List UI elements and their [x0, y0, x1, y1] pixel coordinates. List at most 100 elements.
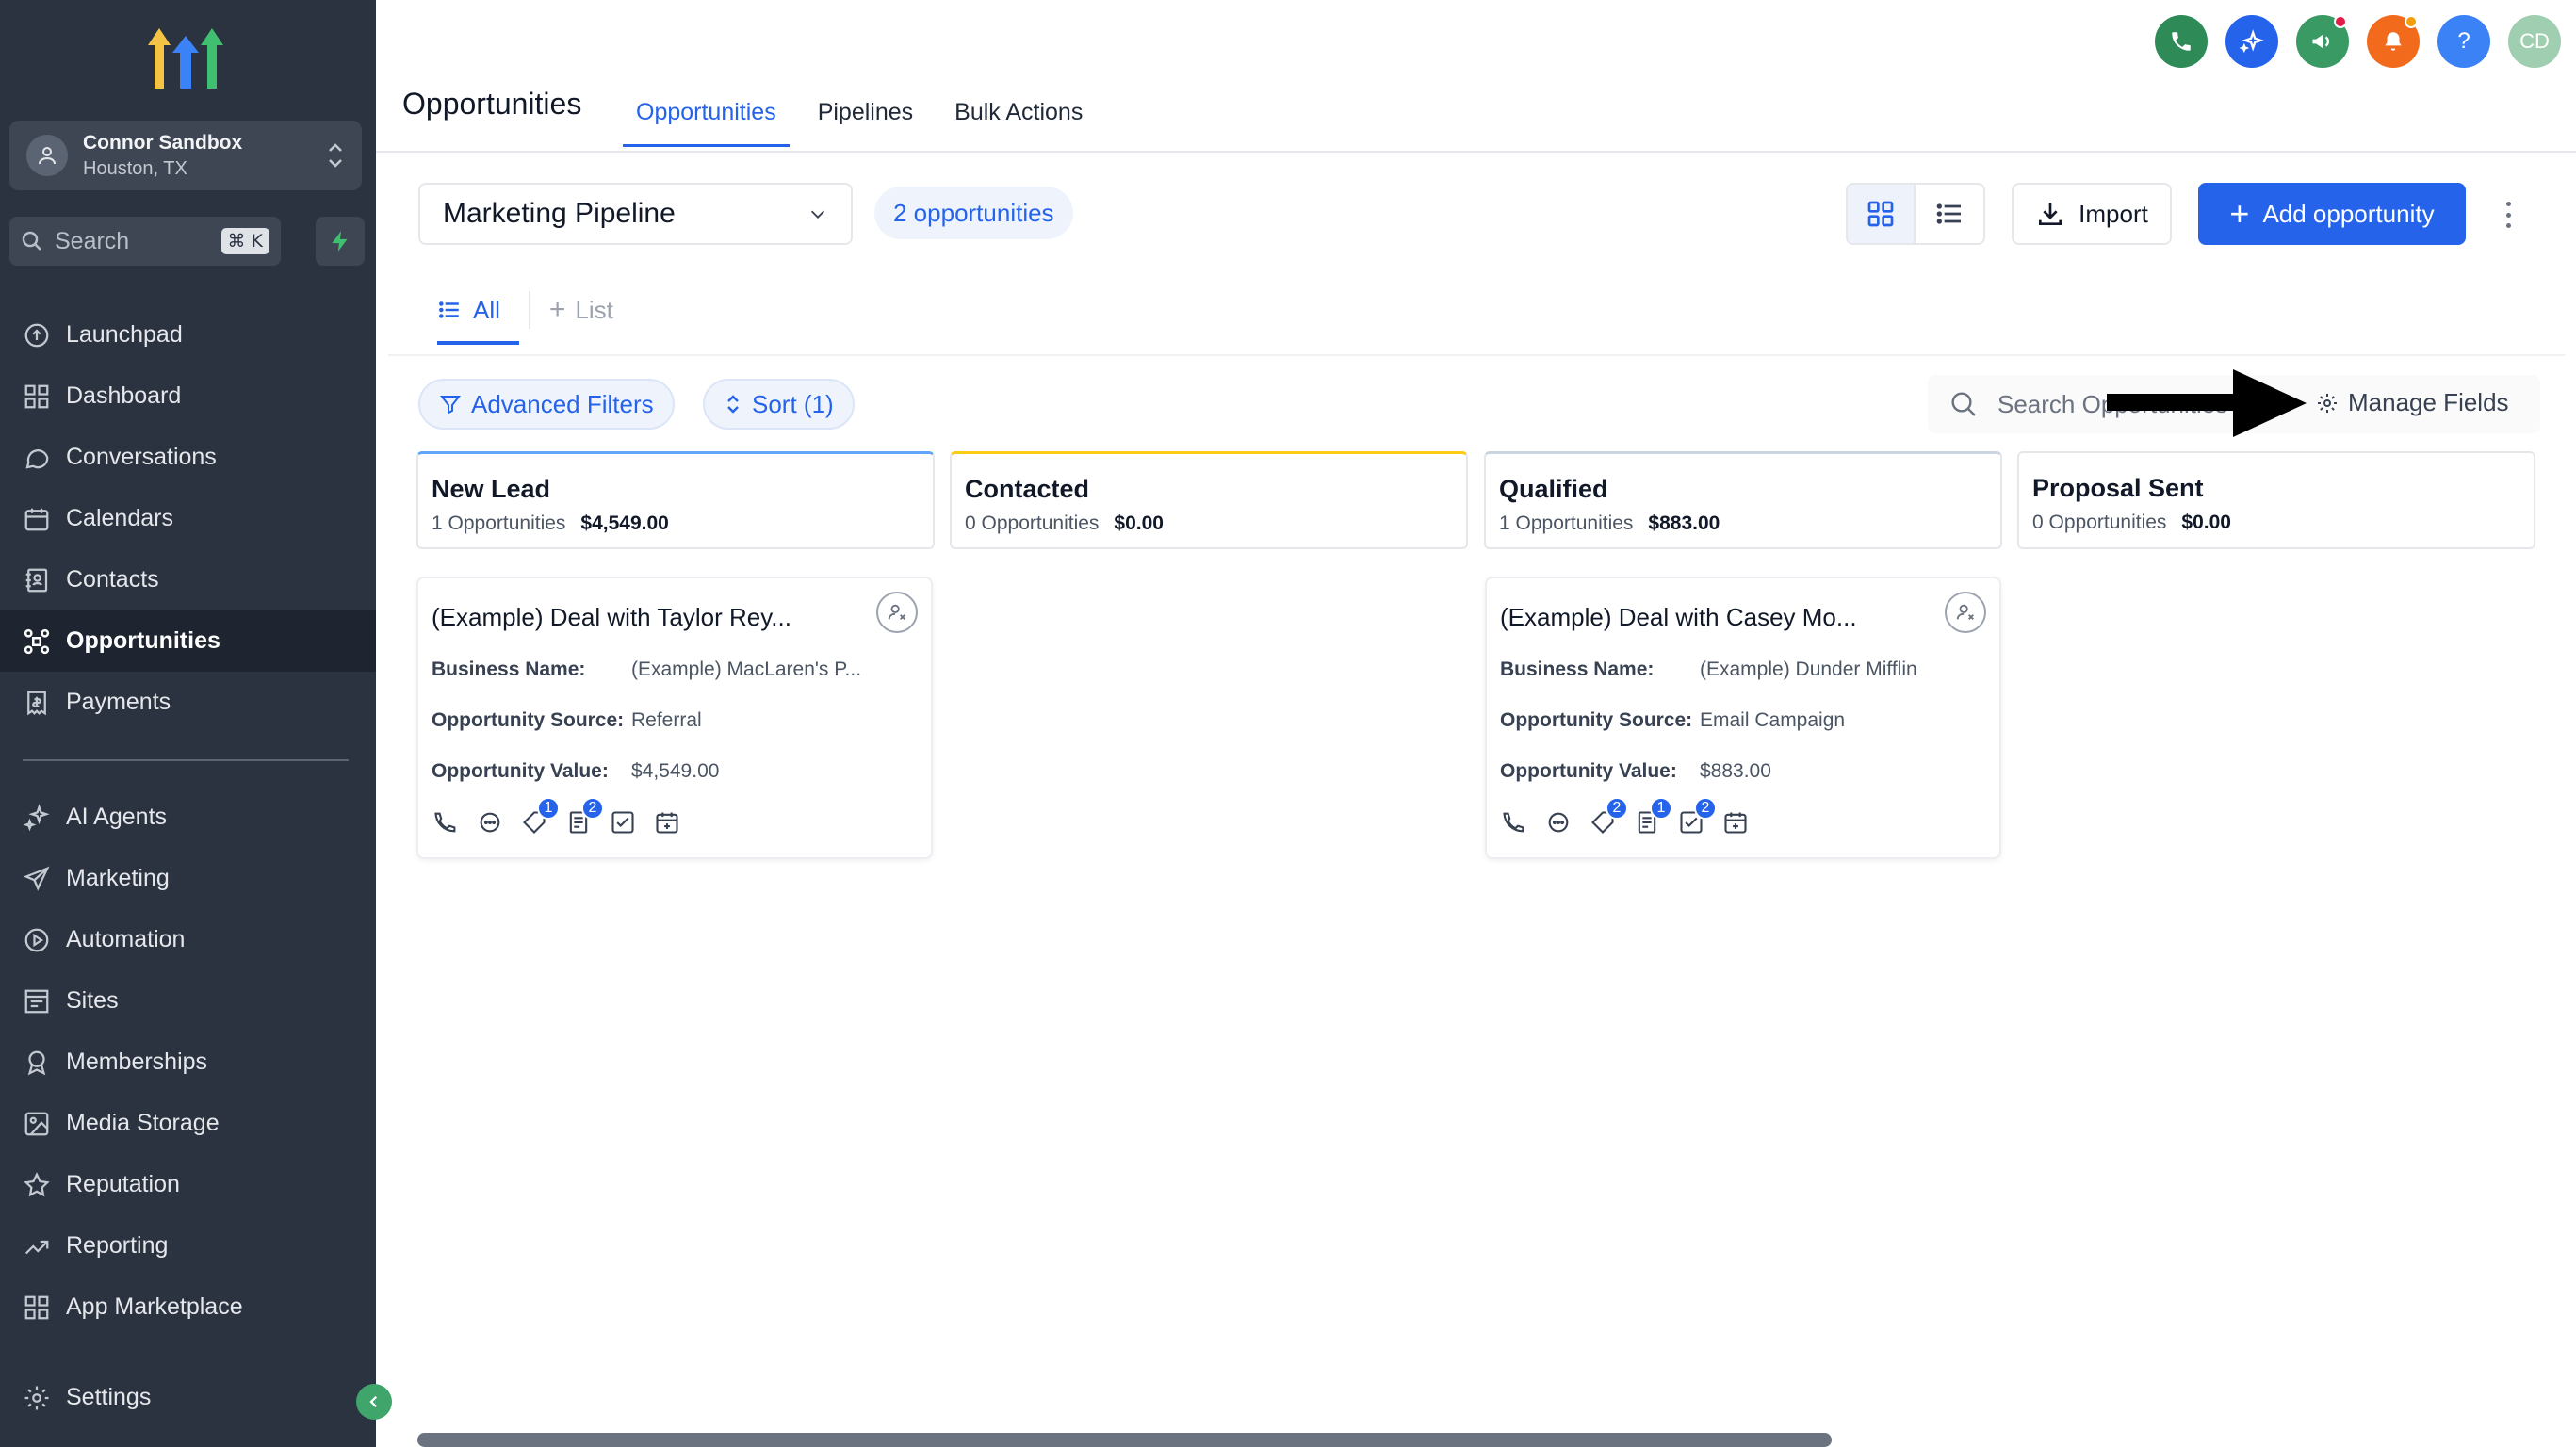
sidebar-item-label: Reporting: [66, 1232, 169, 1259]
opportunity-title[interactable]: (Example) Deal with Taylor Rey...: [432, 599, 918, 635]
add-list-button[interactable]: + List: [528, 291, 632, 329]
horizontal-scrollbar[interactable]: [417, 1433, 1832, 1447]
sidebar-item-label: Media Storage: [66, 1110, 220, 1136]
phone-outline-icon: [1503, 812, 1524, 833]
sidebar: Connor Sandbox Houston, TX Search ⌘ K La…: [0, 0, 392, 1447]
notes-count-badge: 1: [1650, 797, 1672, 820]
sidebar-item-app-marketplace[interactable]: App Marketplace: [0, 1276, 376, 1338]
message-action[interactable]: [476, 808, 504, 837]
sidebar-item-marketing[interactable]: Marketing: [0, 848, 376, 909]
pipeline-select[interactable]: Marketing Pipeline: [418, 183, 853, 245]
sidebar-item-opportunities[interactable]: Opportunities: [0, 610, 376, 672]
sidebar-item-reporting[interactable]: Reporting: [0, 1215, 376, 1276]
sidebar-item-memberships[interactable]: Memberships: [0, 1032, 376, 1093]
tag-count-badge: 2: [1606, 797, 1628, 820]
account-switcher[interactable]: Connor Sandbox Houston, TX: [9, 121, 362, 190]
tasks-action[interactable]: [609, 808, 637, 837]
sidebar-item-label: App Marketplace: [66, 1293, 243, 1320]
calendar-add-icon: [656, 812, 678, 834]
tab-bulk-actions[interactable]: Bulk Actions: [941, 77, 1096, 147]
sidebar-item-label: Settings: [66, 1384, 152, 1410]
sidebar-item-settings[interactable]: Settings: [0, 1367, 376, 1428]
tags-action[interactable]: 1: [520, 797, 560, 837]
sidebar-item-reputation[interactable]: Reputation: [0, 1154, 376, 1215]
avatar[interactable]: CD: [2508, 15, 2561, 68]
import-button[interactable]: Import: [2012, 183, 2172, 245]
sidebar-item-automation[interactable]: Automation: [0, 909, 376, 970]
sidebar-search[interactable]: Search ⌘ K: [9, 217, 281, 266]
tab-all[interactable]: All: [418, 275, 519, 345]
notes-action[interactable]: 2: [564, 797, 604, 837]
appointment-action[interactable]: [653, 808, 681, 837]
assign-user-button[interactable]: [876, 592, 918, 633]
sidebar-item-media-storage[interactable]: Media Storage: [0, 1093, 376, 1154]
annotation-arrow-icon: [2107, 369, 2307, 437]
advanced-filters-button[interactable]: Advanced Filters: [418, 379, 675, 430]
appointment-action[interactable]: [1721, 808, 1750, 837]
phone-outline-icon: [434, 812, 456, 833]
board-view-button[interactable]: [1848, 185, 1916, 243]
more-options-icon[interactable]: [2499, 198, 2518, 232]
opportunity-title[interactable]: (Example) Deal with Casey Mo...: [1500, 599, 1986, 635]
opportunity-card[interactable]: (Example) Deal with Taylor Rey... Busine…: [416, 577, 933, 859]
sidebar-item-calendars[interactable]: Calendars: [0, 488, 376, 549]
notification-dot: [2334, 15, 2347, 28]
list-view-button[interactable]: [1916, 185, 1983, 243]
help-button[interactable]: ?: [2437, 15, 2490, 68]
sidebar-item-conversations[interactable]: Conversations: [0, 427, 376, 488]
header-icons: ? CD: [2137, 15, 2561, 68]
add-opportunity-button[interactable]: + Add opportunity: [2198, 183, 2466, 245]
collapse-sidebar-button[interactable]: [356, 1384, 392, 1420]
star-icon: [24, 1171, 50, 1196]
search-label: Search: [55, 227, 130, 254]
advanced-filters-label: Advanced Filters: [471, 389, 654, 418]
notifications-button[interactable]: [2367, 15, 2420, 68]
stage-count: 1 Opportunities: [1499, 512, 1634, 534]
opportunity-card[interactable]: (Example) Deal with Casey Mo... Business…: [1485, 577, 2001, 859]
trend-icon: [24, 1240, 49, 1254]
sort-button[interactable]: Sort (1): [703, 379, 855, 430]
sites-icon: [24, 989, 49, 1013]
sidebar-item-label: Reputation: [66, 1171, 180, 1197]
quick-actions-button[interactable]: [316, 217, 365, 266]
chat-bubble-icon: [480, 812, 500, 833]
ai-assistant-button[interactable]: [2225, 15, 2278, 68]
section-divider: [388, 354, 2565, 356]
sidebar-item-payments[interactable]: Payments: [0, 672, 376, 733]
tab-pipelines[interactable]: Pipelines: [805, 77, 926, 147]
gear-icon: [2318, 393, 2337, 413]
stage-count: 0 Opportunities: [965, 512, 1100, 534]
app-logo[interactable]: [146, 24, 225, 92]
sidebar-item-dashboard[interactable]: Dashboard: [0, 366, 376, 427]
download-icon: [2039, 203, 2062, 225]
bolt-icon: [332, 231, 348, 252]
field-value: (Example) Dunder Mifflin: [1700, 658, 1917, 680]
sidebar-item-contacts[interactable]: Contacts: [0, 549, 376, 610]
announcements-button[interactable]: [2296, 15, 2349, 68]
assign-user-button[interactable]: [1945, 592, 1986, 633]
tag-count-badge: 1: [537, 797, 560, 820]
sidebar-item-ai-agents[interactable]: AI Agents: [0, 787, 376, 848]
page-title: Opportunities: [402, 87, 582, 121]
tasks-action[interactable]: 2: [1677, 797, 1717, 837]
tags-action[interactable]: 2: [1589, 797, 1628, 837]
header-tabs: Opportunities Pipelines Bulk Actions: [623, 77, 1111, 147]
call-action[interactable]: [432, 808, 460, 837]
sidebar-item-launchpad[interactable]: Launchpad: [0, 304, 376, 366]
notes-action[interactable]: 1: [1633, 797, 1672, 837]
contacts-icon: [25, 568, 48, 592]
phone-button[interactable]: [2155, 15, 2208, 68]
tab-opportunities[interactable]: Opportunities: [623, 77, 790, 147]
view-toggle: [1846, 183, 1985, 245]
message-action[interactable]: [1544, 808, 1573, 837]
sidebar-item-label: Automation: [66, 926, 186, 952]
sidebar-item-sites[interactable]: Sites: [0, 970, 376, 1032]
call-action[interactable]: [1500, 808, 1528, 837]
stage-column-new-lead: New Lead 1 Opportunities $4,549.00: [416, 451, 935, 549]
list-icon: [439, 301, 459, 318]
manage-fields-button[interactable]: Manage Fields: [2316, 388, 2509, 417]
field-value: Referral: [631, 709, 702, 731]
sidebar-item-label: Conversations: [66, 444, 217, 470]
pipeline-select-value: Marketing Pipeline: [443, 198, 676, 229]
sidebar-item-label: Opportunities: [66, 627, 220, 654]
